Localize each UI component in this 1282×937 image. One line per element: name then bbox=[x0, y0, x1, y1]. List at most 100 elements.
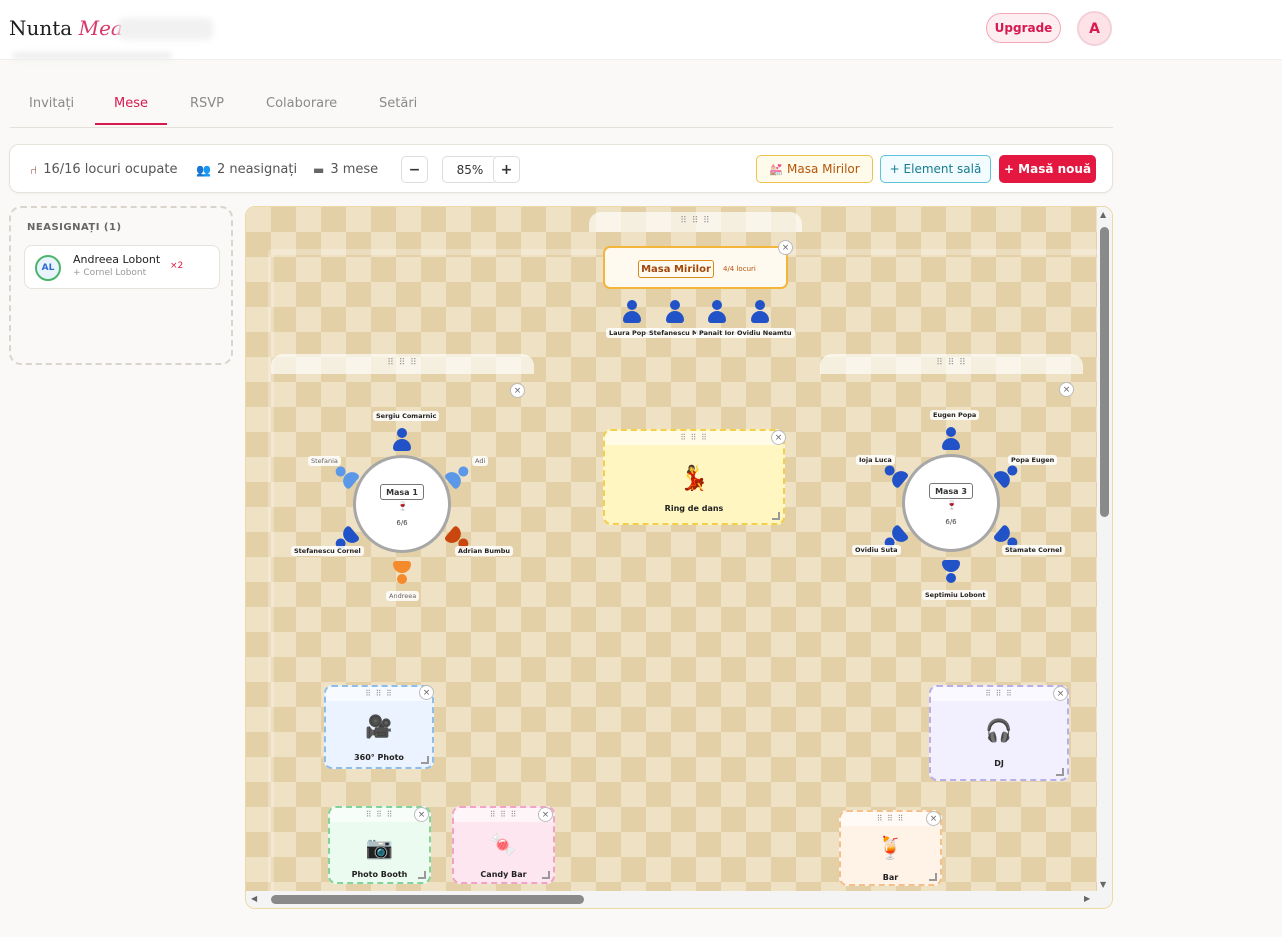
add-element-button[interactable]: + Element sală bbox=[880, 155, 991, 183]
unassigned-panel[interactable]: NEASIGNAȚI (1) AL Andreea Lobont + Corne… bbox=[9, 206, 233, 365]
candy-bar-label: Candy Bar bbox=[480, 870, 527, 879]
top-bar: Nunta Mea Upgrade A bbox=[0, 0, 1282, 60]
head-table[interactable]: Masa Mirilor 4/4 locuri bbox=[603, 246, 788, 289]
dance-floor-element[interactable]: ⠿ ⠿ ⠿ 💃 Ring de dans bbox=[603, 429, 785, 525]
scroll-right-icon[interactable]: ▶ bbox=[1084, 894, 1090, 903]
candy-icon: 🍬 bbox=[489, 833, 518, 858]
guest-label: Andreea bbox=[386, 591, 420, 601]
guest-seat[interactable] bbox=[393, 428, 411, 452]
user-avatar[interactable]: A bbox=[1077, 11, 1112, 46]
seats-stat-text: 16/16 locuri ocupate bbox=[43, 162, 178, 177]
vertical-scrollbar[interactable]: ▲ ▼ bbox=[1097, 207, 1112, 893]
tab-setari[interactable]: Setări bbox=[379, 96, 417, 123]
table-3-drag-handle[interactable]: ⠿ ⠿ ⠿ bbox=[820, 354, 1083, 374]
scroll-up-icon[interactable]: ▲ bbox=[1100, 210, 1106, 219]
cocktail-icon: 🍹 bbox=[876, 836, 905, 861]
zoom-level[interactable]: 85% bbox=[442, 156, 498, 183]
couple-icon: 💒 bbox=[769, 162, 783, 176]
guest-label: Eugen Popa bbox=[930, 410, 980, 420]
dj-drag-handle[interactable]: ⠿ ⠿ ⠿ bbox=[931, 687, 1067, 701]
video-camera-icon: 🎥 bbox=[365, 715, 393, 740]
resize-handle[interactable] bbox=[1056, 768, 1064, 776]
resize-handle[interactable] bbox=[929, 873, 937, 881]
upgrade-button[interactable]: Upgrade bbox=[986, 13, 1061, 43]
app-logo[interactable]: Nunta Mea bbox=[9, 16, 123, 40]
guest-seat[interactable] bbox=[751, 300, 769, 324]
guest-plus-one: + Cornel Lobont bbox=[73, 268, 147, 278]
photo-booth-close-button[interactable]: × bbox=[414, 807, 429, 822]
unassigned-stat: 👥 2 neasignați bbox=[196, 162, 297, 177]
table-1-drag-handle[interactable]: ⠿ ⠿ ⠿ bbox=[271, 354, 534, 374]
dancer-icon: 💃 bbox=[679, 464, 709, 492]
photo-360-drag-handle[interactable]: ⠿ ⠿ ⠿ bbox=[326, 687, 432, 701]
guest-label: Stamate Cornel bbox=[1002, 545, 1065, 555]
guest-label: Septimiu Lobont bbox=[922, 590, 989, 600]
resize-handle[interactable] bbox=[418, 871, 426, 879]
resize-handle[interactable] bbox=[542, 871, 550, 879]
dance-floor-drag-handle[interactable]: ⠿ ⠿ ⠿ bbox=[605, 431, 783, 445]
guest-label: Ioja Luca bbox=[856, 455, 895, 465]
headphones-icon: 🎧 bbox=[985, 719, 1013, 744]
guest-seat[interactable] bbox=[708, 300, 726, 324]
wine-glass-icon: 🍷 bbox=[946, 501, 958, 511]
guest-label: Adi bbox=[472, 456, 489, 466]
tab-colaborare[interactable]: Colaborare bbox=[266, 96, 337, 123]
bar-close-button[interactable]: × bbox=[926, 811, 941, 826]
zoom-out-button[interactable]: − bbox=[401, 156, 428, 183]
guest-name: Andreea Lobont bbox=[73, 253, 161, 266]
table-3-close-button[interactable]: × bbox=[1059, 382, 1074, 397]
blurred-subtitle bbox=[118, 18, 213, 40]
resize-handle[interactable] bbox=[772, 512, 780, 520]
horizontal-scroll-thumb[interactable] bbox=[271, 895, 584, 904]
guest-label: Ovidiu Suta bbox=[852, 545, 901, 555]
tab-rsvp[interactable]: RSVP bbox=[190, 96, 224, 123]
logo-main: Nunta bbox=[9, 16, 73, 40]
dj-close-button[interactable]: × bbox=[1053, 686, 1068, 701]
guest-count-badge: ×2 bbox=[170, 261, 184, 271]
unassigned-guest-card[interactable]: AL Andreea Lobont + Cornel Lobont ×2 bbox=[24, 245, 220, 289]
tables-stat: ▬ 3 mese bbox=[313, 162, 378, 177]
table-3-label: Masa 3 bbox=[929, 483, 973, 499]
head-table-count: 4/4 locuri bbox=[723, 265, 756, 273]
guest-seat[interactable] bbox=[942, 559, 960, 583]
photo-360-label: 360° Photo bbox=[354, 753, 404, 762]
dance-floor-close-button[interactable]: × bbox=[771, 430, 786, 445]
floor-plan[interactable]: ⠿ ⠿ ⠿ Masa Mirilor 4/4 locuri × Laura Po… bbox=[246, 207, 1112, 908]
guest-label: Popa Eugen bbox=[1008, 455, 1058, 465]
scroll-down-icon[interactable]: ▼ bbox=[1100, 880, 1106, 889]
guest-seat[interactable] bbox=[942, 427, 960, 451]
bar-label: Bar bbox=[882, 873, 899, 882]
scroll-left-icon[interactable]: ◀ bbox=[251, 894, 257, 903]
head-table-drag-handle[interactable]: ⠿ ⠿ ⠿ bbox=[589, 212, 802, 232]
guest-label: Ovidiu Neamtu bbox=[734, 328, 795, 338]
guest-seat[interactable] bbox=[666, 300, 684, 324]
blurred-caption bbox=[12, 52, 172, 60]
guest-avatar: AL bbox=[35, 255, 61, 281]
tab-mese[interactable]: Mese bbox=[95, 96, 167, 125]
tab-invitati[interactable]: Invitați bbox=[29, 96, 74, 123]
guest-seat[interactable] bbox=[393, 560, 411, 584]
table-1-close-button[interactable]: × bbox=[510, 383, 525, 398]
resize-handle[interactable] bbox=[421, 756, 429, 764]
tab-bar: Invitați Mese RSVP Colaborare Setări bbox=[10, 88, 1113, 128]
vertical-scroll-thumb[interactable] bbox=[1100, 227, 1109, 517]
seating-canvas[interactable]: ⠿ ⠿ ⠿ Masa Mirilor 4/4 locuri × Laura Po… bbox=[245, 206, 1113, 909]
dj-element[interactable]: ⠿ ⠿ ⠿ 🎧 DJ bbox=[929, 685, 1069, 781]
guest-label: Stefanescu Cornel bbox=[291, 546, 364, 556]
horizontal-scrollbar[interactable]: ◀ ▶ bbox=[246, 891, 1112, 908]
tables-stat-text: 3 mese bbox=[330, 162, 379, 177]
chair-icon: ⑁ bbox=[30, 162, 38, 177]
head-table-close-button[interactable]: × bbox=[778, 240, 793, 255]
unassigned-title: NEASIGNAȚI (1) bbox=[27, 222, 122, 233]
zoom-in-button[interactable]: + bbox=[493, 156, 520, 183]
head-table-button[interactable]: 💒 Masa Mirilor bbox=[756, 155, 873, 183]
photo-360-element[interactable]: ⠿ ⠿ ⠿ 🎥 360° Photo bbox=[324, 685, 434, 769]
new-table-button[interactable]: + Masă nouă bbox=[999, 155, 1096, 183]
guest-seat[interactable] bbox=[623, 300, 641, 324]
guest-label: Adrian Bumbu bbox=[455, 546, 514, 556]
round-table-3[interactable]: Masa 3 🍷 6/6 bbox=[902, 454, 1000, 552]
round-table-1[interactable]: Masa 1 🍷 6/6 bbox=[353, 455, 451, 553]
candy-bar-close-button[interactable]: × bbox=[538, 807, 553, 822]
photo-360-close-button[interactable]: × bbox=[419, 685, 434, 700]
head-table-button-label: Masa Mirilor bbox=[787, 162, 860, 176]
